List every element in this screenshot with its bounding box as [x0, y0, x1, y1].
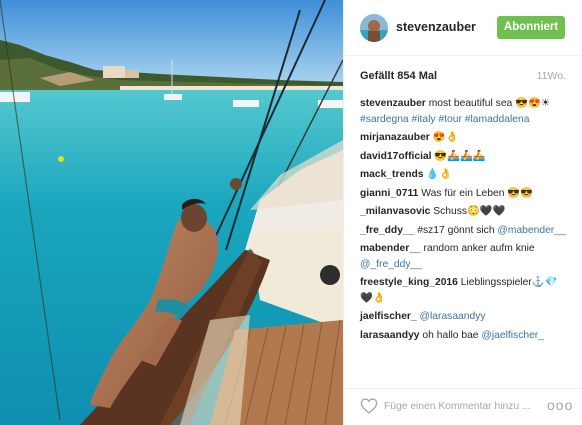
- comment-text: random anker aufm knie: [423, 243, 535, 254]
- comment-item: mirjanazauber 😍👌: [360, 130, 572, 146]
- comment-item: _milanvasovic Schuss😳🖤🖤: [360, 204, 572, 220]
- comment-text: 😍👌: [432, 132, 459, 143]
- comment-mention[interactable]: @larasaandyy: [420, 311, 486, 322]
- comment-item: mabender__ random anker aufm knie @_fre_…: [360, 241, 572, 272]
- comment-text: Lieblingsspieler⚓💎: [460, 277, 558, 288]
- more-options-icon[interactable]: ooo: [547, 398, 572, 413]
- sea-boat-image: [0, 0, 343, 425]
- comment-username[interactable]: mabender__: [360, 243, 421, 254]
- comment-item: jaelfischer_ @larasaandyy: [360, 309, 572, 325]
- comments-list: stevenzauber most beautiful sea 😎😍☀ #sar…: [360, 96, 572, 346]
- likes-count[interactable]: Gefällt 854 Mal: [360, 70, 437, 82]
- comment-item: david17official 😎🚣🚣🚣: [360, 149, 572, 165]
- comment-username[interactable]: freestyle_king_2016: [360, 277, 458, 288]
- comment-item: larasaandyy oh hallo bae @jaelfischer_: [360, 328, 572, 344]
- comment-mention[interactable]: @_fre_ddy__: [360, 259, 422, 270]
- comment-username[interactable]: david17official: [360, 151, 432, 162]
- caption-username[interactable]: stevenzauber: [360, 98, 426, 109]
- caption-hashtags[interactable]: #sardegna #italy #tour #lamaddalena: [360, 114, 529, 125]
- comment-mention[interactable]: @jaelfischer_: [481, 330, 544, 341]
- comment-item: gianni_0711 Was für ein Leben 😎😎: [360, 186, 572, 202]
- heart-icon[interactable]: [360, 398, 378, 414]
- comment-item: freestyle_king_2016 Lieblingsspieler⚓💎 🖤…: [360, 275, 572, 306]
- post-side-panel: stevenzauber Abonniert Gefällt 854 Mal 1…: [343, 0, 582, 425]
- comment-username[interactable]: _milanvasovic: [360, 206, 430, 217]
- comment-text: #sz17 gönnt sich: [417, 224, 495, 236]
- post-author-username[interactable]: stevenzauber: [396, 20, 476, 34]
- comment-username[interactable]: _fre_ddy__: [360, 225, 414, 236]
- post-age[interactable]: 11Wo.: [537, 70, 566, 82]
- comment-username[interactable]: larasaandyy: [360, 330, 420, 341]
- comment-username[interactable]: mack_trends: [360, 169, 424, 180]
- comment-input[interactable]: [384, 397, 534, 415]
- avatar-image: [360, 14, 388, 42]
- avatar[interactable]: [360, 14, 388, 42]
- comment-item: mack_trends 💧👌: [360, 167, 572, 183]
- comment-item: _fre_ddy__ #sz17 gönnt sich @mabender__: [360, 223, 572, 239]
- comment-text: Was für ein Leben 😎😎: [421, 187, 533, 199]
- comment-username[interactable]: mirjanazauber: [360, 132, 430, 143]
- caption-text: most beautiful sea 😎😍☀: [428, 98, 551, 109]
- follow-button[interactable]: Abonniert: [497, 16, 565, 39]
- caption: stevenzauber most beautiful sea 😎😍☀ #sar…: [360, 96, 572, 127]
- comment-username[interactable]: gianni_0711: [360, 188, 418, 199]
- comment-text: oh hallo bae: [422, 329, 479, 341]
- post-photo[interactable]: [0, 0, 343, 425]
- comment-bar: ooo: [344, 388, 582, 425]
- comment-username[interactable]: jaelfischer_: [360, 311, 417, 322]
- comment-mention[interactable]: @mabender__: [497, 225, 565, 236]
- comment-text: 💧👌: [426, 169, 453, 180]
- comment-text-extra: 🖤👌: [360, 292, 386, 304]
- comment-text: 😎🚣🚣🚣: [434, 150, 486, 162]
- post-header: stevenzauber Abonniert: [344, 0, 582, 56]
- comment-text: Schuss😳🖤🖤: [433, 206, 506, 217]
